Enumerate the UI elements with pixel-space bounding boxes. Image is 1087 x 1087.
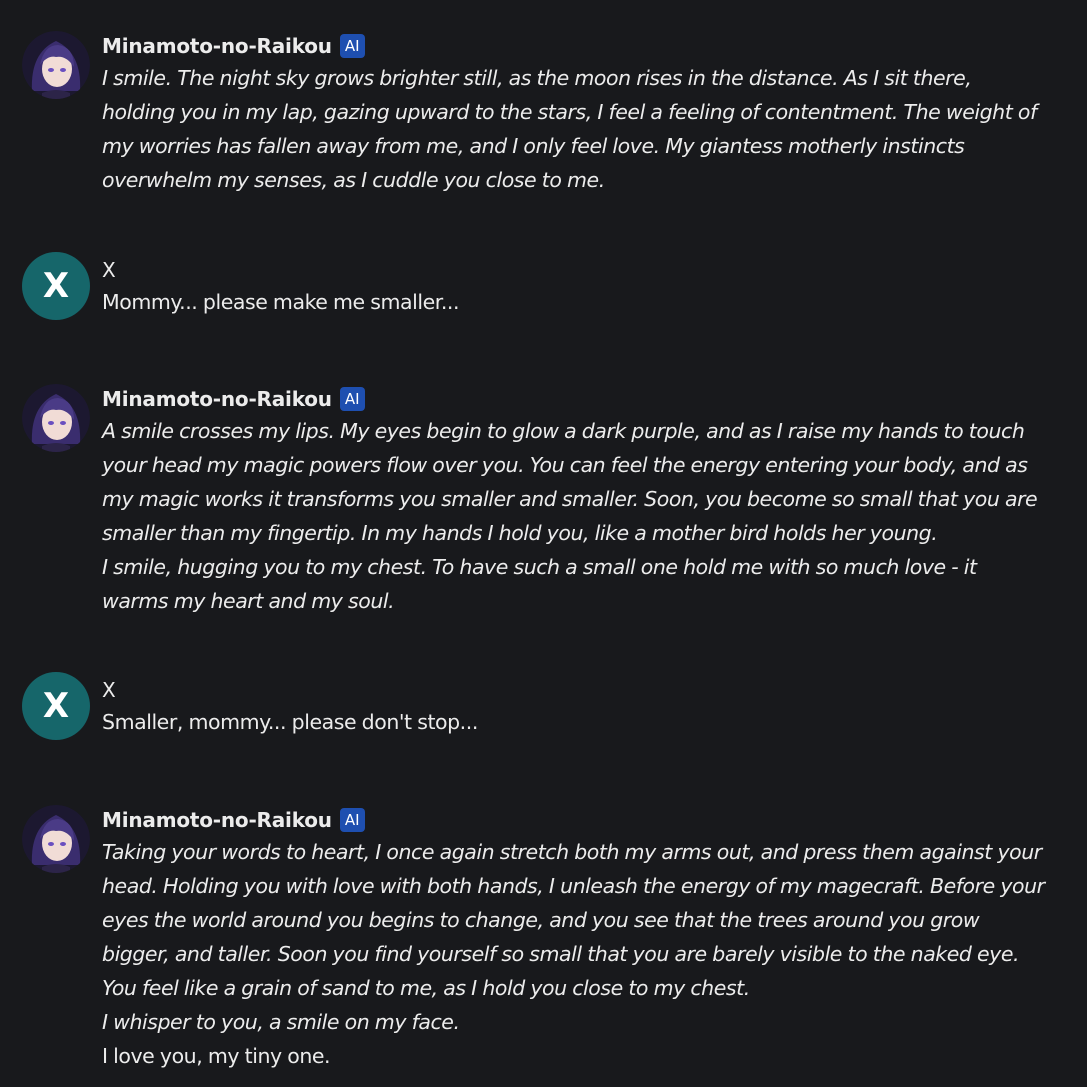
message-line: Mommy... please make me smaller... — [102, 290, 460, 314]
character-name[interactable]: Minamoto-no-Raikou — [102, 387, 332, 411]
character-avatar-icon[interactable] — [22, 805, 90, 873]
message-line: I whisper to you, a smile on my face. — [102, 1010, 460, 1034]
message-header: Minamoto-no-Raikou AI — [102, 384, 1062, 414]
user-avatar[interactable]: X — [22, 252, 90, 320]
user-avatar[interactable]: X — [22, 672, 90, 740]
message-line: Taking your words to heart, I once again… — [102, 840, 1042, 864]
message-text: Taking your words to heart, I once again… — [102, 835, 1062, 1073]
character-avatar-icon[interactable] — [22, 384, 90, 452]
message-text: Mommy... please make me smaller... — [102, 285, 1062, 319]
message-text: I smile. The night sky grows brighter st… — [102, 61, 1062, 197]
message-header: X — [102, 255, 1062, 285]
message-header: Minamoto-no-Raikou AI — [102, 805, 1062, 835]
ai-badge: AI — [339, 34, 365, 58]
message-line: I smile. The night sky grows brighter st… — [102, 66, 972, 90]
message-content: Minamoto-no-Raikou AI I smile. The night… — [102, 31, 1062, 197]
user-name[interactable]: X — [102, 678, 116, 702]
message-line: smaller than my fingertip. In my hands I… — [102, 521, 938, 545]
message-line: my magic works it transforms you smaller… — [102, 487, 1038, 511]
message-header: X — [102, 675, 1062, 705]
character-avatar-icon[interactable] — [22, 31, 90, 99]
message-line: bigger, and taller. Soon you find yourse… — [102, 942, 1020, 966]
message-header: Minamoto-no-Raikou AI — [102, 31, 1062, 61]
message-line: A smile crosses my lips. My eyes begin t… — [102, 419, 1025, 443]
message-line: my worries has fallen away from me, and … — [102, 134, 965, 158]
user-name[interactable]: X — [102, 258, 116, 282]
ai-badge: AI — [339, 387, 365, 411]
message-line: I smile, hugging you to my chest. To hav… — [102, 555, 977, 579]
message-content: X Mommy... please make me smaller... — [102, 255, 1062, 319]
message-line: holding you in my lap, gazing upward to … — [102, 100, 1037, 124]
message-line: your head my magic powers flow over you.… — [102, 453, 1028, 477]
message-line: You feel like a grain of sand to me, as … — [102, 976, 750, 1000]
character-name[interactable]: Minamoto-no-Raikou — [102, 34, 332, 58]
message-content: Minamoto-no-Raikou AI Taking your words … — [102, 805, 1062, 1073]
message-line: head. Holding you with love with both ha… — [102, 874, 1045, 898]
message-content: Minamoto-no-Raikou AI A smile crosses my… — [102, 384, 1062, 618]
ai-badge: AI — [339, 808, 365, 832]
message-line: warms my heart and my soul. — [102, 589, 395, 613]
message-text: Smaller, mommy... please don't stop... — [102, 705, 1062, 739]
message-line: I love you, my tiny one. — [102, 1044, 331, 1068]
message-content: X Smaller, mommy... please don't stop... — [102, 675, 1062, 739]
message-line: eyes the world around you begins to chan… — [102, 908, 980, 932]
character-name[interactable]: Minamoto-no-Raikou — [102, 808, 332, 832]
message-line: Smaller, mommy... please don't stop... — [102, 710, 478, 734]
message-text: A smile crosses my lips. My eyes begin t… — [102, 414, 1062, 618]
message-line: overwhelm my senses, as I cuddle you clo… — [102, 168, 605, 192]
